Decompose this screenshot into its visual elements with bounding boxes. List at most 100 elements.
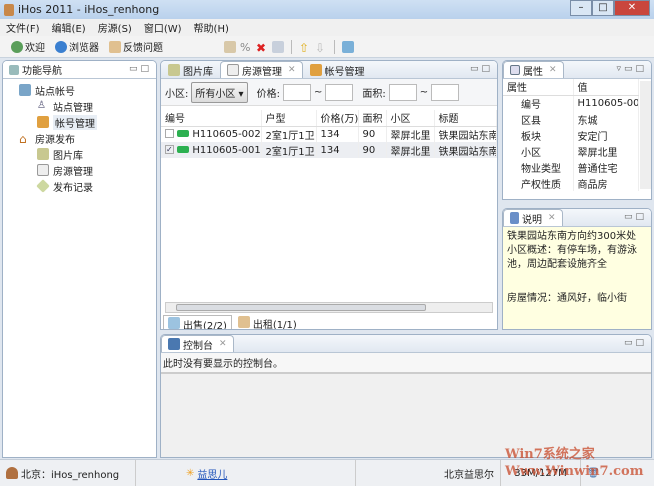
delete-icon[interactable]: ✖ — [256, 41, 268, 55]
users-icon — [309, 64, 322, 76]
property-row[interactable]: 板块 安定门 — [503, 127, 639, 143]
toolbar-separator — [291, 39, 292, 54]
menu-bar: 文件(F) 编辑(E) 房源(S) 窗口(W) 帮助(H) — [0, 19, 654, 36]
nav-item-listing-publish[interactable]: ⌂ 房源发布 — [19, 130, 156, 146]
description-text: 铁果园站东南方向约300米处 小区概述：有停车场，有游泳池，周边配套设施齐全 房… — [503, 227, 651, 329]
edit-icon[interactable] — [224, 40, 236, 53]
vertical-scrollbar[interactable] — [640, 81, 651, 189]
panel-min-max[interactable]: ▭□ — [624, 338, 647, 348]
minimize-button[interactable]: – — [570, 0, 592, 16]
app-icon — [4, 3, 14, 16]
house-icon: ⌂ — [19, 132, 27, 146]
menu-edit[interactable]: 编辑(E) — [46, 20, 92, 35]
property-row[interactable]: 小区 翠屏北里 — [503, 143, 639, 159]
horizontal-scrollbar[interactable] — [165, 302, 493, 313]
copy-icon[interactable] — [272, 40, 284, 53]
area-min-input[interactable] — [388, 83, 417, 101]
status-company: 北京益思尔 — [356, 460, 501, 486]
listing-table: 编号 户型 价格(万) 面积 小区 标题 H110605-002 2室1厅1卫 1… — [161, 106, 497, 302]
tab-sale[interactable]: 出售(2/2) — [163, 315, 232, 329]
nav-item-site-accounts[interactable]: 站点帐号 — [19, 82, 156, 98]
close-tab-icon[interactable]: ✕ — [548, 213, 556, 223]
tab-account-management[interactable]: 帐号管理 — [303, 61, 372, 78]
house-icon — [37, 164, 49, 176]
console-panel: 控制台 ✕ ▭□ 此时没有要显示的控制台。 — [160, 334, 652, 458]
scrollbar-thumb[interactable] — [176, 304, 426, 311]
maximize-button[interactable]: □ — [592, 0, 614, 16]
menu-help[interactable]: 帮助(H) — [188, 20, 235, 35]
table-icon — [168, 317, 180, 329]
users-icon[interactable] — [342, 40, 354, 53]
nav-item-listing-management[interactable]: 房源管理 — [19, 162, 156, 178]
window-title: iHos 2011 - iHos_renhong — [18, 3, 160, 16]
property-row[interactable]: 产权性质 商品房 — [503, 175, 639, 191]
col-price[interactable]: 价格(万) — [316, 110, 359, 127]
panel-min-max[interactable]: ▿▭□ — [616, 64, 647, 74]
link-icon[interactable]: % — [240, 41, 252, 54]
house-icon — [227, 64, 239, 76]
feedback-button[interactable]: 反馈问题 — [106, 39, 166, 54]
table-row[interactable]: H110605-002 2室1厅1卫 134 90 翠屏北里 铁果园站东南 — [161, 126, 497, 142]
user-icon — [6, 467, 18, 479]
tab-gallery[interactable]: 图片库 — [161, 61, 220, 78]
watermark: Win7系统之家 Www.Winwin7.com — [505, 447, 644, 479]
table-icon — [237, 316, 250, 328]
close-tab-icon[interactable]: ✕ — [219, 339, 227, 349]
panel-min-max[interactable]: ▭□ — [470, 64, 493, 74]
col-type[interactable]: 户型 — [261, 110, 317, 127]
row-checkbox[interactable]: ✓ — [165, 145, 174, 154]
price-min-input[interactable] — [282, 83, 311, 101]
nav-item-account-management[interactable]: 帐号管理 — [19, 114, 156, 130]
property-row[interactable]: 编号 H110605-00 — [503, 95, 639, 111]
image-icon — [37, 148, 49, 160]
property-row[interactable]: 区县 东城 — [503, 111, 639, 127]
nav-item-publish-log[interactable]: 发布记录 — [19, 178, 156, 194]
tab-description[interactable]: 说明 ✕ — [503, 209, 563, 226]
welcome-icon — [11, 40, 23, 53]
area-max-input[interactable] — [431, 83, 460, 101]
row-checkbox[interactable] — [165, 129, 174, 139]
status-link[interactable]: 益思儿 — [197, 466, 227, 481]
title-bar: iHos 2011 - iHos_renhong – □ ✕ — [0, 0, 654, 19]
nav-item-site-management[interactable]: ♙ 站点管理 — [19, 98, 156, 114]
tab-rent[interactable]: 出租(1/1) — [234, 315, 301, 329]
panel-min-max[interactable]: ▭□ — [129, 64, 152, 74]
tab-properties[interactable]: 属性 ✕ — [503, 61, 564, 78]
tab-listing-management[interactable]: 房源管理 ✕ — [220, 61, 303, 78]
editor-panel: 图片库 房源管理 ✕ 帐号管理 ▭□ 小区: 所有小区 ▾ 价格: ~ 面积: ~… — [160, 60, 498, 330]
panel-min-max[interactable]: ▭□ — [624, 212, 647, 222]
property-row[interactable]: 物业类型 普通住宅 — [503, 159, 639, 175]
tab-console[interactable]: 控制台 ✕ — [161, 335, 234, 352]
document-icon — [510, 212, 519, 224]
community-select[interactable]: 所有小区 ▾ — [191, 81, 248, 103]
col-community[interactable]: 小区 — [386, 110, 435, 127]
menu-listing[interactable]: 房源(S) — [92, 20, 138, 35]
col-id[interactable]: 编号 — [161, 110, 262, 127]
status-icon — [177, 146, 190, 153]
users-icon — [37, 116, 49, 128]
browser-button[interactable]: 浏览器 — [52, 39, 102, 54]
price-max-input[interactable] — [325, 83, 354, 101]
welcome-button[interactable]: 欢迎 — [8, 39, 48, 54]
table-row[interactable]: ✓ H110605-001 2室1厅1卫 134 90 翠屏北里 铁果园站东南 — [161, 142, 497, 158]
description-panel: 说明 ✕ ▭□ 铁果园站东南方向约300米处 小区概述：有停车场，有游泳池，周边配套… — [502, 208, 652, 330]
arrow-down-icon[interactable]: ⇩ — [315, 41, 327, 55]
user-icon: ♙ — [37, 100, 46, 111]
properties-panel: 属性 ✕ ▿▭□ 属性值 编号 H110605-00 区县 东城 板块 安定门 小区 翠屏北… — [502, 60, 652, 200]
globe-icon — [55, 40, 67, 53]
nav-panel: 功能导航 ▭□ 站点帐号 ♙ 站点管理 帐号管理 ⌂ 房源发布 图片库 房源管理 发布… — [2, 60, 157, 458]
properties-icon — [510, 65, 520, 75]
toolbar: 欢迎 浏览器 反馈问题 % ✖ ⇧ ⇩ — [0, 36, 654, 58]
asterisk-icon: ✳ — [186, 467, 195, 479]
close-button[interactable]: ✕ — [614, 0, 650, 16]
close-tab-icon[interactable]: ✕ — [549, 65, 557, 75]
close-tab-icon[interactable]: ✕ — [288, 65, 296, 75]
arrow-up-icon[interactable]: ⇧ — [299, 41, 311, 55]
nav-item-gallery[interactable]: 图片库 — [19, 146, 156, 162]
menu-file[interactable]: 文件(F) — [0, 20, 46, 35]
nav-tab[interactable]: 功能导航 — [3, 61, 68, 78]
log-icon — [36, 179, 50, 193]
col-title[interactable]: 标题 — [434, 110, 497, 127]
col-area[interactable]: 面积 — [358, 110, 387, 127]
menu-window[interactable]: 窗口(W) — [138, 20, 188, 35]
